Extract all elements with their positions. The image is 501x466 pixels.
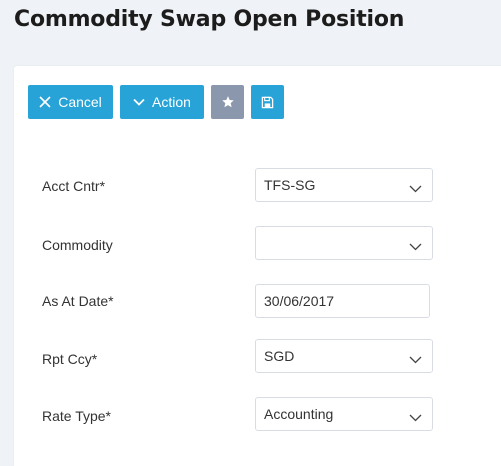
acct-cntr-label: Acct Cntr* bbox=[42, 178, 106, 194]
chevron-down-icon bbox=[133, 98, 145, 106]
acct-cntr-value: TFS-SG bbox=[264, 177, 316, 193]
as-at-date-input[interactable]: 30/06/2017 bbox=[255, 284, 430, 318]
star-icon bbox=[221, 95, 235, 109]
rate-type-value: Accounting bbox=[264, 406, 334, 422]
cancel-label: Cancel bbox=[58, 94, 102, 110]
cancel-button[interactable]: Cancel bbox=[28, 85, 113, 119]
rate-type-label: Rate Type* bbox=[42, 408, 112, 424]
as-at-date-value: 30/06/2017 bbox=[264, 293, 335, 309]
as-at-date-label: As At Date* bbox=[42, 293, 114, 309]
chevron-down-icon bbox=[409, 351, 422, 367]
rate-type-select[interactable]: Accounting bbox=[255, 397, 433, 431]
toolbar: Cancel Action bbox=[28, 85, 284, 119]
commodity-label: Commodity bbox=[42, 237, 113, 253]
save-icon bbox=[261, 96, 274, 109]
form-card: Cancel Action Acct Cntr* TFS-SG Commodit… bbox=[14, 66, 501, 466]
rpt-ccy-select[interactable]: SGD bbox=[255, 339, 433, 373]
acct-cntr-select[interactable]: TFS-SG bbox=[255, 168, 433, 202]
page-title: Commodity Swap Open Position bbox=[14, 7, 405, 32]
rpt-ccy-label: Rpt Ccy* bbox=[42, 351, 98, 367]
close-icon bbox=[39, 96, 51, 108]
action-button[interactable]: Action bbox=[120, 85, 204, 119]
commodity-select[interactable] bbox=[255, 226, 433, 260]
chevron-down-icon bbox=[409, 180, 422, 196]
save-button[interactable] bbox=[251, 85, 284, 119]
chevron-down-icon bbox=[409, 409, 422, 425]
chevron-down-icon bbox=[409, 238, 422, 254]
favorite-button[interactable] bbox=[211, 85, 244, 119]
rpt-ccy-value: SGD bbox=[264, 348, 295, 364]
action-label: Action bbox=[152, 94, 191, 110]
